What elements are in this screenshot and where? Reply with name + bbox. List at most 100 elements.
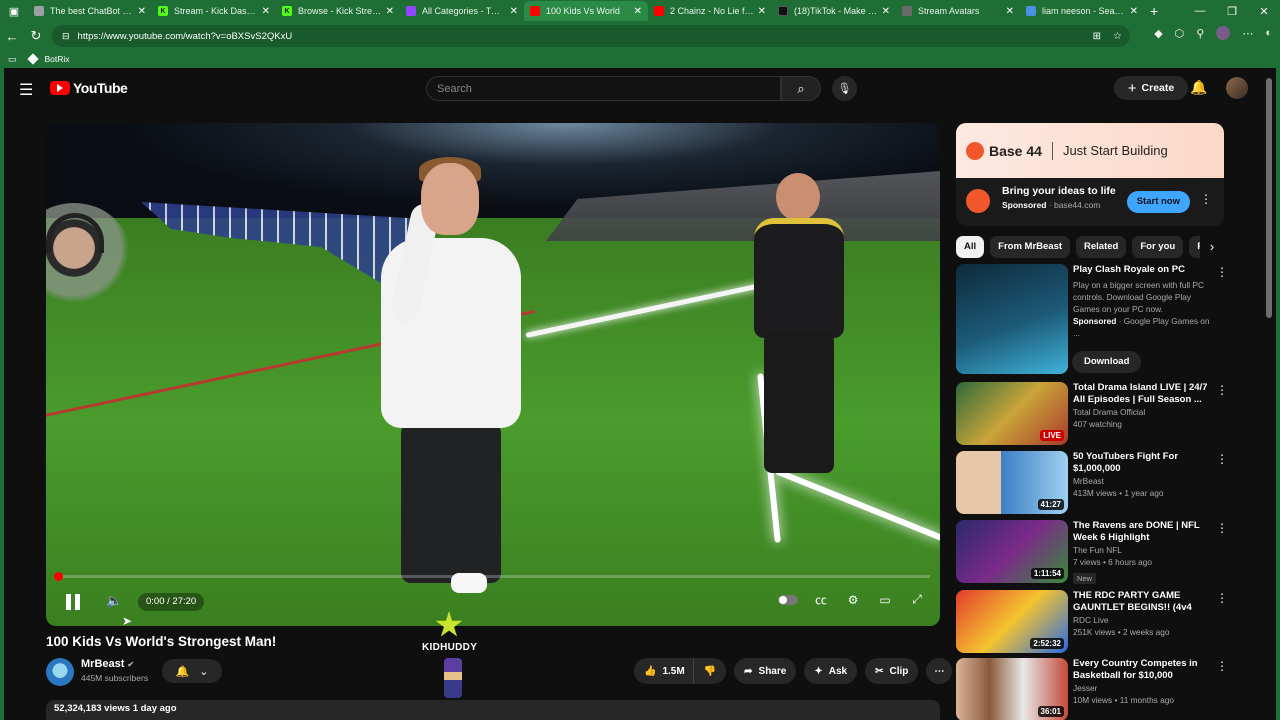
video-thumbnail[interactable]: LIVE [956, 382, 1068, 445]
clip-button[interactable]: ✂ Clip [865, 658, 919, 684]
video-title[interactable]: THE RDC PARTY GAME GAUNTLET BEGINS!! (4v… [1073, 590, 1211, 614]
extension-puzzle-icon[interactable]: ⚲ [1196, 27, 1204, 40]
tab-actions-icon[interactable]: ▣ [0, 0, 28, 22]
browser-tab-active[interactable]: 100 Kids Vs World ✕ [524, 1, 648, 21]
recommendation-item[interactable]: 2:52:32 THE RDC PARTY GAME GAUNTLET BEGI… [956, 590, 1236, 656]
create-button[interactable]: + Create [1114, 76, 1188, 100]
ad-menu-icon[interactable]: ⋮ [1200, 192, 1212, 206]
more-options-icon[interactable]: ⋮ [1216, 452, 1228, 466]
browser-tab[interactable]: liam neeson - Search ✕ [1020, 1, 1144, 21]
ask-button[interactable]: ✦ Ask [804, 658, 858, 684]
share-button[interactable]: ➦ Share [734, 658, 797, 684]
extension-gem-icon[interactable]: ◆ [1154, 27, 1162, 40]
browser-tab[interactable]: All Categories - Twitch ✕ [400, 1, 524, 21]
theater-mode-icon[interactable]: ▭ [876, 593, 894, 607]
close-icon[interactable]: ✕ [882, 6, 890, 17]
more-options-icon[interactable]: ⋮ [1216, 265, 1228, 279]
scrubber-handle[interactable] [54, 572, 63, 581]
bookmark-item[interactable]: BotRix [26, 53, 70, 65]
copilot-icon[interactable]: ◐ [1265, 27, 1272, 39]
url-field[interactable]: ⊟ https://www.youtube.com/watch?v=oBXSvS… [52, 25, 1130, 47]
app-install-icon[interactable]: ⊞ [1093, 31, 1101, 42]
settings-gear-icon[interactable]: ⚙ [844, 593, 862, 607]
video-thumbnail[interactable]: 36:01 [956, 658, 1068, 720]
channel-name[interactable]: RDC Live [1073, 614, 1211, 626]
new-tab-button[interactable]: + [1150, 3, 1158, 19]
chevron-right-icon[interactable]: › [1200, 236, 1224, 258]
close-icon[interactable]: ✕ [1006, 6, 1014, 17]
chip-all[interactable]: All [956, 236, 985, 258]
video-thumbnail[interactable]: 41:27 [956, 451, 1068, 514]
reload-icon[interactable]: ↻ [24, 28, 48, 44]
profile-avatar[interactable] [1216, 26, 1231, 40]
youtube-logo[interactable]: YouTube [50, 80, 128, 96]
sidebar-ad[interactable]: Base 44 Just Start Building Bring your i… [956, 123, 1224, 226]
recommendation-item[interactable]: LIVE Total Drama Island LIVE | 24/7 All … [956, 382, 1236, 448]
microphone-icon[interactable]: 🎙 [832, 76, 857, 101]
pause-icon[interactable] [62, 591, 84, 613]
close-icon[interactable]: ✕ [262, 6, 270, 17]
channel-name[interactable]: Jesser [1073, 682, 1211, 694]
channel-name[interactable]: The Fun NFL [1073, 544, 1211, 556]
browser-tab[interactable]: K Stream - Kick Dashboa ✕ [152, 1, 276, 21]
more-options-icon[interactable]: ⋮ [1216, 383, 1228, 397]
video-thumbnail[interactable]: 1:11:54 [956, 520, 1068, 583]
recommendation-item[interactable]: 1:11:54 The Ravens are DONE | NFL Week 6… [956, 520, 1236, 586]
video-title[interactable]: 50 YouTubers Fight For $1,000,000 [1073, 451, 1211, 475]
chip-related[interactable]: Related [1076, 236, 1127, 258]
captions-icon[interactable]: ㏄ [812, 591, 830, 608]
back-icon[interactable]: ← [0, 29, 24, 44]
chip-from-mrbeast[interactable]: From MrBeast [990, 236, 1071, 258]
more-actions-icon[interactable]: ⋯ [926, 658, 953, 684]
browser-tab[interactable]: 2 Chainz - No Lie ft. D ✕ [648, 1, 772, 21]
channel-name[interactable]: Total Drama Official [1073, 406, 1211, 418]
like-button[interactable]: 👍 1.5M [634, 658, 693, 684]
close-icon[interactable]: ✕ [1130, 6, 1138, 17]
extensions-icon[interactable]: ⬡ [1175, 27, 1185, 40]
bookmark-star-icon[interactable]: ☆ [1113, 31, 1122, 42]
fullscreen-icon[interactable]: ⤢ [908, 592, 926, 607]
recommendation-item[interactable]: 36:01 Every Country Competes in Basketba… [956, 658, 1236, 720]
video-title[interactable]: Total Drama Island LIVE | 24/7 All Episo… [1073, 382, 1211, 406]
notifications-bell-icon[interactable]: 🔔 [1190, 79, 1207, 96]
close-window-icon[interactable]: ✕ [1248, 5, 1280, 18]
hamburger-menu-icon[interactable]: ☰ [19, 80, 33, 100]
page-scrollbar[interactable] [1266, 78, 1272, 318]
restore-icon[interactable]: ❐ [1216, 5, 1248, 18]
close-icon[interactable]: ✕ [634, 6, 642, 17]
video-thumbnail[interactable]: 2:52:32 [956, 590, 1068, 653]
video-thumbnail[interactable] [956, 264, 1068, 374]
video-title[interactable]: The Ravens are DONE | NFL Week 6 Highlig… [1073, 520, 1211, 544]
video-title[interactable]: Play Clash Royale on PC [1073, 264, 1211, 276]
subscribed-bell-button[interactable]: 🔔 ⌄ [162, 659, 222, 683]
recommendation-item[interactable]: 41:27 50 YouTubers Fight For $1,000,000 … [956, 451, 1236, 517]
download-button[interactable]: Download [1072, 351, 1142, 373]
more-options-icon[interactable]: ⋮ [1216, 591, 1228, 605]
close-icon[interactable]: ✕ [386, 6, 394, 17]
search-input[interactable]: Search [426, 76, 781, 101]
channel-name-row[interactable]: MrBeast ✔ [81, 658, 134, 670]
minimize-icon[interactable]: — [1184, 5, 1216, 17]
more-options-icon[interactable]: ⋮ [1216, 521, 1228, 535]
browser-tab[interactable]: K Browse - Kick Streamin ✕ [276, 1, 400, 21]
channel-name[interactable]: MrBeast [1073, 475, 1211, 487]
browser-tab[interactable]: Stream Avatars ✕ [896, 1, 1020, 21]
account-avatar[interactable] [1226, 77, 1248, 99]
menu-icon[interactable]: ⋯ [1242, 27, 1253, 40]
progress-bar[interactable] [54, 572, 930, 581]
site-info-icon[interactable]: ⊟ [62, 31, 70, 42]
more-options-icon[interactable]: ⋮ [1216, 659, 1228, 673]
browser-tab[interactable]: (18)TikTok - Make You ✕ [772, 1, 896, 21]
description-box[interactable]: 52,324,183 views 1 day ago [46, 700, 940, 720]
search-icon[interactable]: ⌕ [781, 76, 821, 101]
channel-avatar[interactable] [46, 658, 74, 686]
browser-tab[interactable]: The best ChatBot and ✕ [28, 1, 152, 21]
autoplay-toggle[interactable] [778, 594, 798, 605]
ad-banner[interactable]: Base 44 Just Start Building [956, 123, 1224, 178]
close-icon[interactable]: ✕ [510, 6, 518, 17]
volume-icon[interactable]: 🔈 [106, 593, 122, 609]
dislike-button[interactable]: 👎 [692, 658, 727, 684]
video-player[interactable]: 🔈 0:00 / 27:20 ㏄ ⚙ ▭ ⤢ [46, 123, 940, 626]
chip-for-you[interactable]: For you [1132, 236, 1184, 258]
close-icon[interactable]: ✕ [138, 6, 146, 17]
